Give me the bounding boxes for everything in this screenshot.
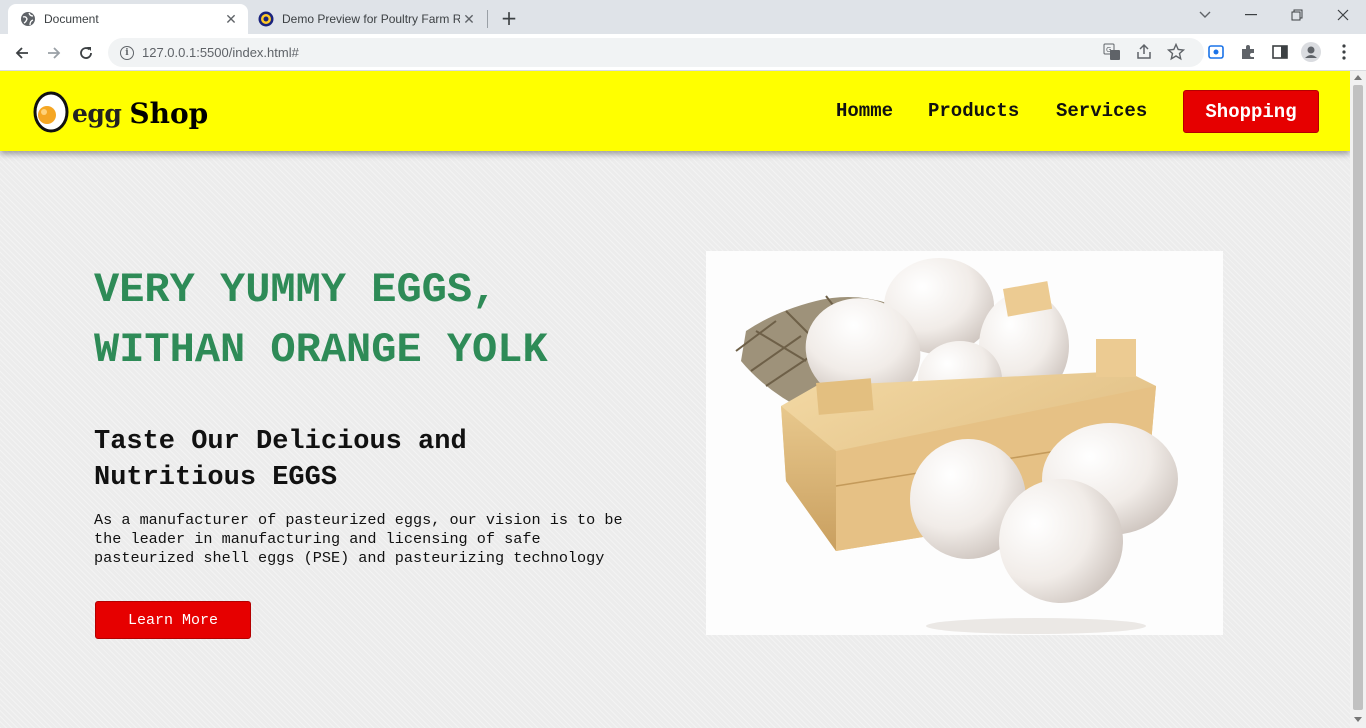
hero-title-line: VERY YUMMY EGGS, (94, 266, 498, 314)
share-icon[interactable] (1134, 42, 1154, 62)
site-info-icon[interactable]: i (120, 45, 134, 60)
hero-subtitle: Taste Our Delicious and Nutritious EGGS (94, 424, 654, 496)
site-favicon-icon (258, 11, 274, 27)
translate-icon[interactable]: G (1102, 42, 1122, 62)
hero-description-line: pasteurized shell eggs (PSE) and pasteur… (94, 549, 605, 567)
forward-arrow-icon[interactable] (40, 39, 68, 67)
scroll-up-arrow-icon[interactable] (1354, 75, 1362, 80)
tab-title: Demo Preview for Poultry Farm R (282, 12, 460, 26)
nav-products-link[interactable]: Products (928, 100, 1019, 122)
site-logo[interactable]: egg Shop (32, 89, 208, 137)
tab-separator (487, 10, 488, 28)
hero-description-line: As a manufacturer of pasteurized eggs, o… (94, 511, 623, 529)
scrollbar-thumb[interactable] (1353, 85, 1363, 710)
page-viewport: egg Shop Homme Products Services Shoppin… (0, 71, 1350, 728)
logo-text-egg: egg (72, 98, 122, 128)
url-text: 127.0.0.1:5500/index.html# (142, 45, 299, 60)
reload-icon[interactable] (72, 39, 100, 67)
tab-title: Document (44, 12, 99, 26)
shopping-button[interactable]: Shopping (1183, 90, 1319, 133)
extensions-puzzle-icon[interactable] (1238, 42, 1258, 62)
close-tab-icon[interactable]: ✕ (222, 10, 240, 28)
hero-title-line: WITHAN ORANGE YOLK (94, 326, 548, 374)
chrome-menu-icon[interactable] (1334, 42, 1354, 62)
learn-more-button[interactable]: Learn More (95, 601, 251, 639)
tab-demo-preview[interactable]: Demo Preview for Poultry Farm R ✕ (250, 4, 486, 34)
hero-description-line: the leader in manufacturing and licensin… (94, 530, 541, 548)
close-window-icon[interactable] (1320, 0, 1366, 30)
page-scrollbar[interactable] (1350, 71, 1366, 728)
new-tab-button[interactable]: + (498, 6, 520, 30)
scroll-down-arrow-icon[interactable] (1354, 717, 1362, 722)
nav-home-link[interactable]: Homme (836, 100, 893, 122)
hero-subtitle-line: Nutritious EGGS (94, 463, 338, 493)
eggs-in-crate-image (706, 251, 1223, 635)
tab-search-icon[interactable] (1182, 0, 1228, 30)
side-panel-icon[interactable] (1270, 42, 1290, 62)
browser-toolbar: i 127.0.0.1:5500/index.html# G (0, 34, 1366, 71)
close-tab-icon[interactable]: ✕ (460, 10, 478, 28)
hero-subtitle-line: Taste Our Delicious and (94, 427, 467, 457)
address-bar[interactable]: i 127.0.0.1:5500/index.html# (108, 38, 1204, 67)
bookmark-star-icon[interactable] (1166, 42, 1186, 62)
egg-logo-icon (32, 89, 70, 137)
globe-icon (20, 11, 36, 27)
restore-icon[interactable] (1274, 0, 1320, 30)
back-arrow-icon[interactable] (8, 39, 36, 67)
profile-avatar-icon[interactable] (1301, 42, 1321, 62)
hero-description: As a manufacturer of pasteurized eggs, o… (94, 511, 659, 568)
logo-text-shop: Shop (129, 96, 209, 130)
hero-title: VERY YUMMY EGGS, WITHAN ORANGE YOLK (94, 260, 694, 380)
screencast-extension-icon[interactable] (1206, 42, 1226, 62)
svg-text:G: G (1106, 46, 1111, 54)
site-header: egg Shop Homme Products Services Shoppin… (0, 71, 1350, 151)
browser-tab-strip: Document ✕ Demo Preview for Poultry Farm… (0, 0, 1366, 34)
tab-document[interactable]: Document ✕ (8, 4, 248, 34)
minimize-icon[interactable] (1228, 0, 1274, 30)
nav-services-link[interactable]: Services (1056, 100, 1147, 122)
